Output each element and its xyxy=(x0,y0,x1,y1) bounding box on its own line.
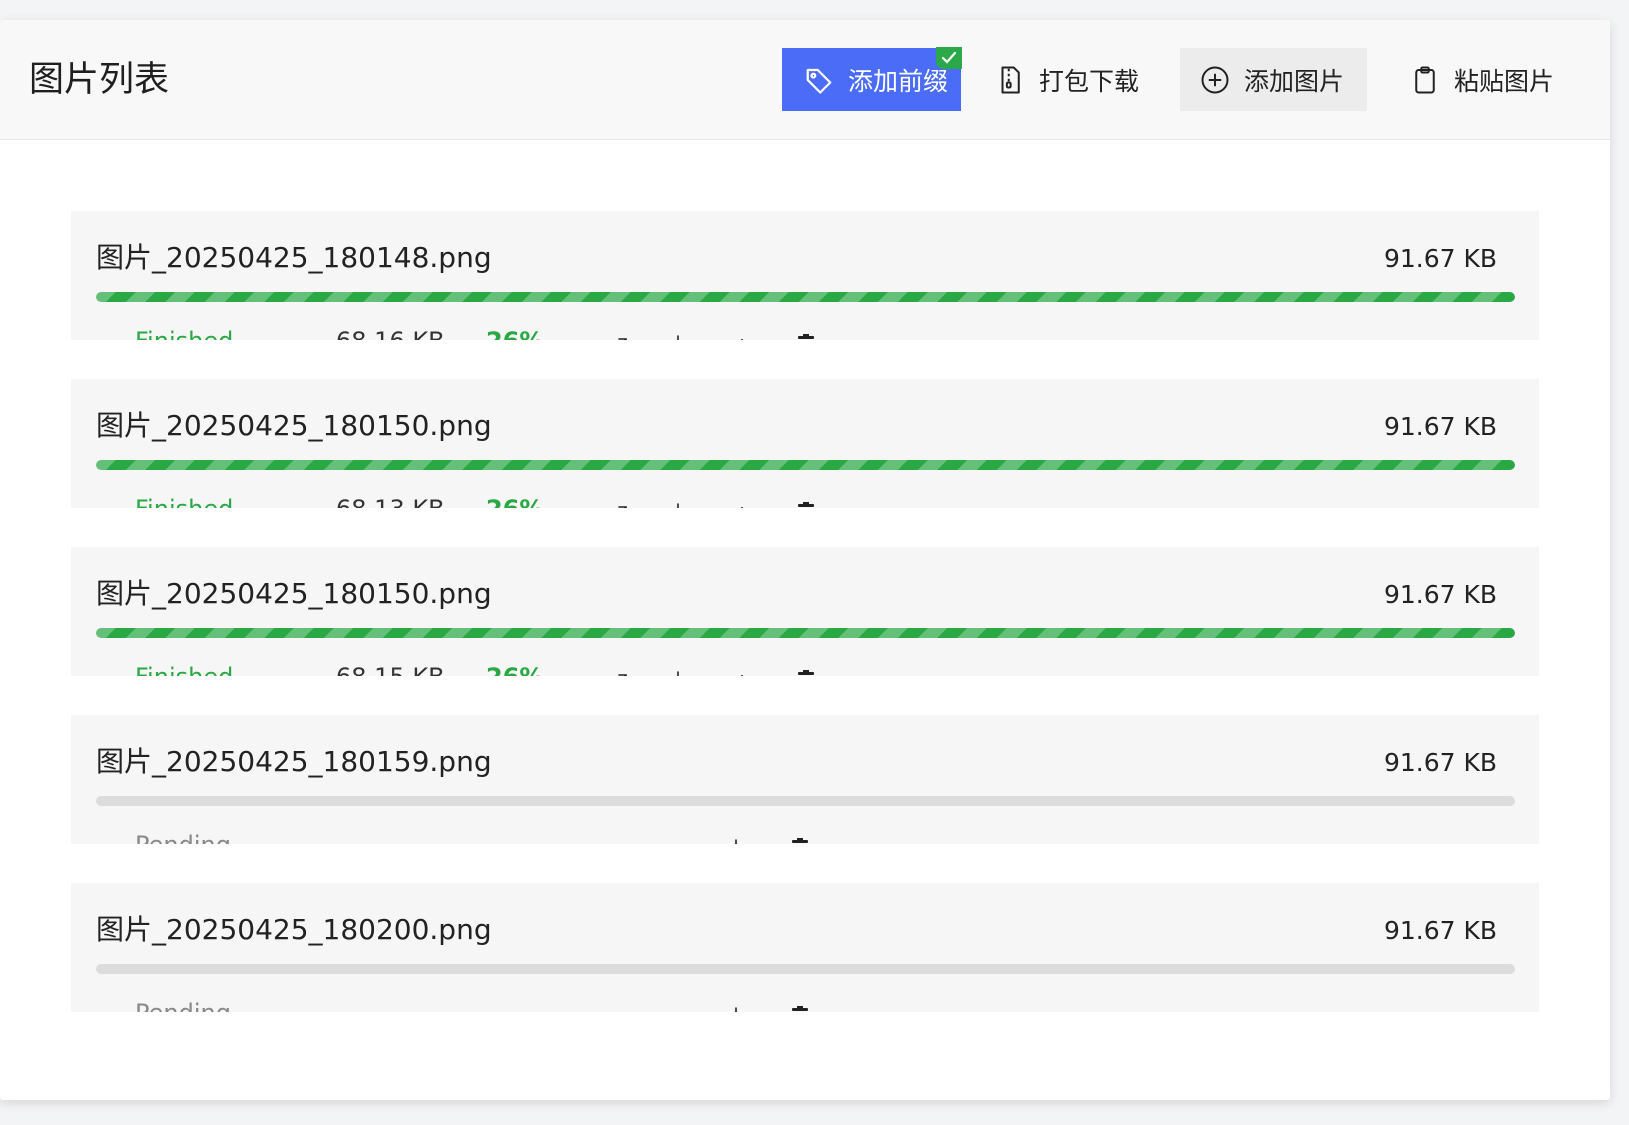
file-card: 图片_20250425_180159.png 91.67 KB Pending xyxy=(71,715,1539,844)
status-label: Pending xyxy=(135,830,231,844)
status-label: Finished xyxy=(135,662,233,676)
trash-icon[interactable] xyxy=(795,500,817,508)
progress-fill xyxy=(96,292,1515,302)
file-size: 91.67 KB xyxy=(1383,748,1497,777)
progress-fill xyxy=(96,628,1515,638)
progress-bar xyxy=(96,964,1515,974)
download-icon[interactable] xyxy=(667,668,689,676)
trash-icon[interactable] xyxy=(795,668,817,676)
open-external-icon[interactable] xyxy=(610,500,632,508)
progress-bar xyxy=(96,460,1515,470)
file-size: 91.67 KB xyxy=(1383,580,1497,609)
download-icon[interactable] xyxy=(667,332,689,340)
download-icon[interactable] xyxy=(725,1004,747,1012)
divider-icon xyxy=(731,668,753,676)
compression-ratio: 26% xyxy=(486,326,543,340)
status-label: Finished xyxy=(135,326,233,340)
file-card: 图片_20250425_180150.png 91.67 KB Finished… xyxy=(71,547,1539,676)
clipboard-icon xyxy=(1410,65,1440,95)
file-card: 图片_20250425_180200.png 91.67 KB Pending xyxy=(71,883,1539,1012)
status-label: Pending xyxy=(135,998,231,1012)
trash-icon[interactable] xyxy=(789,836,811,844)
file-name: 图片_20250425_180200.png xyxy=(96,913,492,946)
progress-bar xyxy=(96,796,1515,806)
file-card: 图片_20250425_180150.png 91.67 KB Finished… xyxy=(71,379,1539,508)
plus-circle-icon xyxy=(1200,65,1230,95)
page-title: 图片列表 xyxy=(29,60,170,100)
tag-icon xyxy=(804,65,834,95)
download-icon[interactable] xyxy=(667,500,689,508)
zip-download-button[interactable]: 打包下载 xyxy=(995,48,1145,111)
status-label: Finished xyxy=(135,494,233,508)
add-prefix-button[interactable]: 添加前缀 xyxy=(782,47,962,111)
file-name: 图片_20250425_180159.png xyxy=(96,745,492,778)
open-external-icon[interactable] xyxy=(610,668,632,676)
result-row: Pending xyxy=(71,998,1539,1012)
compression-ratio: 26% xyxy=(486,494,543,508)
open-external-icon[interactable] xyxy=(610,332,632,340)
header: 图片列表 添加前缀 打包下载 添加图片 粘贴图片 xyxy=(0,20,1610,140)
compressed-size: 68.16 KB xyxy=(336,326,445,340)
paste-image-label: 粘贴图片 xyxy=(1454,66,1555,96)
file-list: 图片_20250425_180148.png 91.67 KB Finished… xyxy=(71,211,1539,1051)
file-name: 图片_20250425_180150.png xyxy=(96,409,492,442)
download-icon[interactable] xyxy=(725,836,747,844)
result-row: Finished 68.15 KB 26% xyxy=(71,662,1539,676)
file-card: 图片_20250425_180148.png 91.67 KB Finished… xyxy=(71,211,1539,340)
compression-ratio: 26% xyxy=(486,662,543,676)
divider-icon xyxy=(731,332,753,340)
file-name: 图片_20250425_180148.png xyxy=(96,241,492,274)
progress-bar xyxy=(96,628,1515,638)
image-list-panel: 图片列表 添加前缀 打包下载 添加图片 粘贴图片 图片_20250425_180… xyxy=(0,20,1610,1100)
file-size: 91.67 KB xyxy=(1383,412,1497,441)
result-row: Pending xyxy=(71,830,1539,844)
file-size: 91.67 KB xyxy=(1383,244,1497,273)
add-image-label: 添加图片 xyxy=(1244,66,1345,96)
trash-icon[interactable] xyxy=(795,332,817,340)
file-size: 91.67 KB xyxy=(1383,916,1497,945)
progress-fill xyxy=(96,460,1515,470)
zip-file-icon xyxy=(995,65,1025,95)
checkmark-icon xyxy=(936,47,962,69)
trash-icon[interactable] xyxy=(789,1004,811,1012)
compressed-size: 68.15 KB xyxy=(336,662,445,676)
progress-bar xyxy=(96,292,1515,302)
add-prefix-label: 添加前缀 xyxy=(848,66,949,96)
divider-icon xyxy=(731,500,753,508)
file-name: 图片_20250425_180150.png xyxy=(96,577,492,610)
result-row: Finished 68.16 KB 26% xyxy=(71,326,1539,340)
zip-download-label: 打包下载 xyxy=(1039,66,1140,96)
add-image-button[interactable]: 添加图片 xyxy=(1180,48,1367,111)
result-row: Finished 68.13 KB 26% xyxy=(71,494,1539,508)
paste-image-button[interactable]: 粘贴图片 xyxy=(1408,48,1578,111)
compressed-size: 68.13 KB xyxy=(336,494,445,508)
